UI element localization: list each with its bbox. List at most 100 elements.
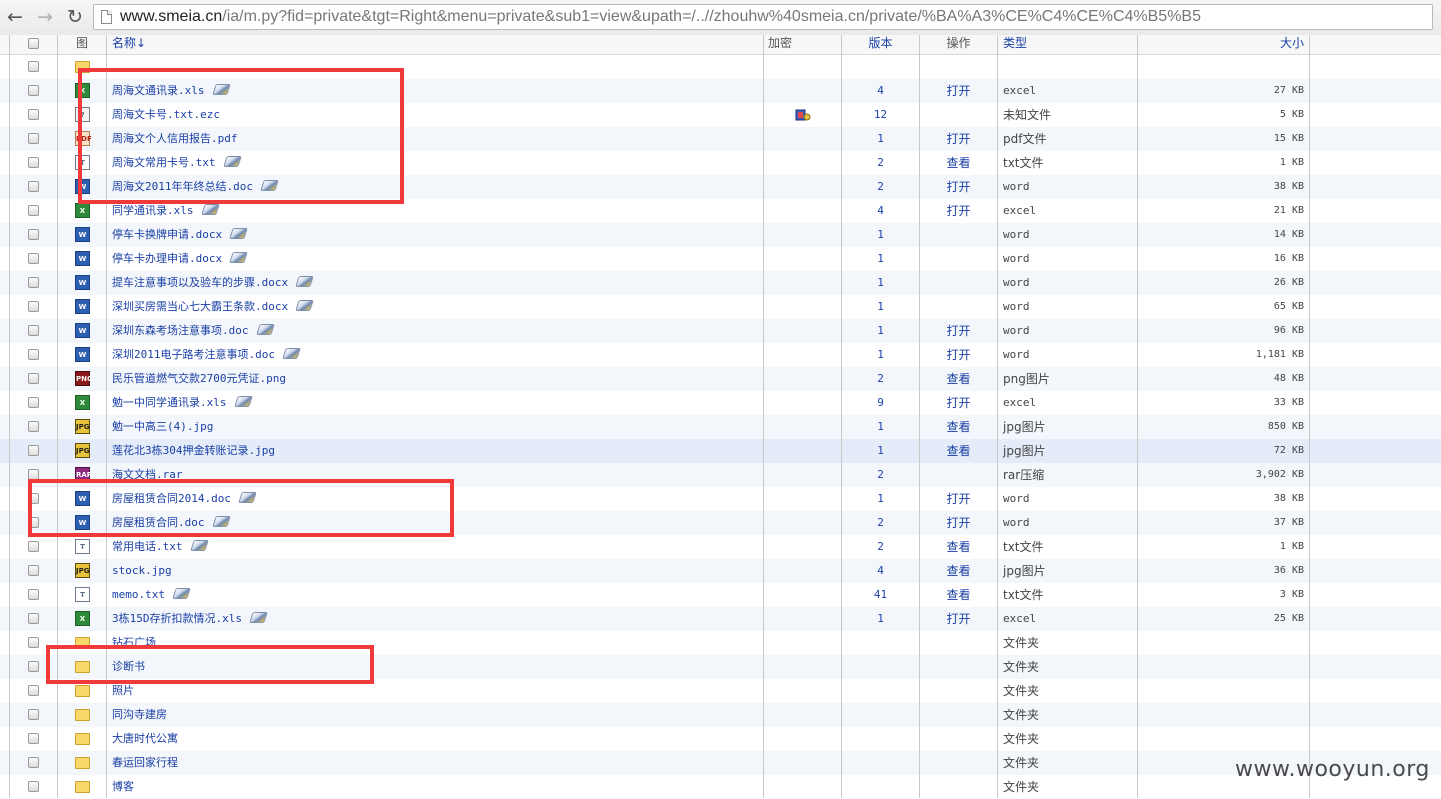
action-link[interactable]: 打开 (920, 607, 997, 631)
table-row[interactable]: X 勉一中同学通讯录.xls 9 打开 excel 33 KB (0, 391, 1441, 415)
action-link[interactable] (920, 295, 997, 319)
row-checkbox[interactable] (28, 85, 39, 96)
table-row[interactable]: W 停车卡换牌申请.docx 1 word 14 KB (0, 223, 1441, 247)
action-link[interactable]: 查看 (920, 535, 997, 559)
address-bar[interactable]: www.smeia.cn/ia/m.py?fid=private&tgt=Rig… (93, 4, 1433, 30)
row-checkbox[interactable] (28, 253, 39, 264)
action-link[interactable]: 查看 (920, 583, 997, 607)
action-link[interactable] (920, 55, 997, 79)
edit-pen-icon[interactable] (229, 252, 248, 263)
row-checkbox[interactable] (28, 109, 39, 120)
row-checkbox[interactable] (28, 397, 39, 408)
row-checkbox[interactable] (28, 205, 39, 216)
action-link[interactable]: 查看 (920, 367, 997, 391)
file-name-link[interactable]: 提车注意事项以及验车的步骤.docx (112, 271, 314, 295)
edit-pen-icon[interactable] (229, 228, 248, 239)
row-checkbox[interactable] (28, 637, 39, 648)
action-link[interactable]: 打开 (920, 343, 997, 367)
table-row[interactable]: X 3栋15D存折扣款情况.xls 1 打开 excel 25 KB (0, 607, 1441, 631)
back-arrow-icon[interactable]: ← (3, 6, 27, 28)
action-link[interactable] (920, 103, 997, 127)
action-link[interactable]: 查看 (920, 151, 997, 175)
row-checkbox[interactable] (28, 277, 39, 288)
edit-pen-icon[interactable] (233, 396, 253, 407)
row-checkbox[interactable] (28, 301, 39, 312)
action-link[interactable] (920, 247, 997, 271)
forward-arrow-icon[interactable]: → (33, 6, 57, 28)
table-row[interactable]: JPG 莲花北3栋304押金转账记录.jpg 1 查看 jpg图片 72 KB (0, 439, 1441, 463)
action-link[interactable] (920, 751, 997, 775)
table-row[interactable]: 春运回家行程 文件夹 (0, 751, 1441, 775)
action-link[interactable]: 查看 (920, 559, 997, 583)
action-link[interactable]: 打开 (920, 127, 997, 151)
table-row[interactable]: Tmemo.txt 41 查看 txt文件 3 KB (0, 583, 1441, 607)
table-row[interactable]: W 深圳买房需当心七大霸王条款.docx 1 word 65 KB (0, 295, 1441, 319)
edit-pen-icon[interactable] (172, 588, 191, 599)
table-row[interactable]: 同沟寺建房 文件夹 (0, 703, 1441, 727)
row-checkbox[interactable] (28, 781, 39, 792)
action-link[interactable] (920, 703, 997, 727)
file-name-link[interactable]: 停车卡办理申请.docx (112, 247, 248, 271)
table-row[interactable]: JPG 勉一中高三(4).jpg 1 查看 jpg图片 850 KB (0, 415, 1441, 439)
reload-icon[interactable]: ↻ (63, 6, 87, 28)
edit-pen-icon[interactable] (295, 300, 314, 311)
table-row[interactable]: W 深圳东森考场注意事项.doc 1 打开 word 96 KB (0, 319, 1441, 343)
action-link[interactable] (920, 463, 997, 487)
action-link[interactable]: 打开 (920, 511, 997, 535)
row-checkbox[interactable] (28, 181, 39, 192)
table-row[interactable]: 博客 文件夹 (0, 775, 1441, 799)
table-row[interactable]: W 深圳2011电子路考注意事项.doc 1 打开 word 1,181 KB (0, 343, 1441, 367)
header-name[interactable]: 名称↓ (112, 35, 146, 54)
table-row[interactable]: PNG 民乐管道燃气交款2700元凭证.png 2 查看 png图片 48 KB (0, 367, 1441, 391)
file-name-link[interactable]: 春运回家行程 (112, 751, 178, 775)
table-row[interactable]: 大唐时代公寓 文件夹 (0, 727, 1441, 751)
row-checkbox[interactable] (28, 589, 39, 600)
edit-pen-icon[interactable] (200, 204, 220, 215)
header-type[interactable]: 类型 (1003, 35, 1027, 54)
header-size[interactable]: 大小 (1138, 35, 1304, 54)
file-name-link[interactable]: 深圳2011电子路考注意事项.doc (112, 343, 301, 367)
file-name-link[interactable]: 常用电话.txt (112, 535, 209, 559)
action-link[interactable]: 打开 (920, 391, 997, 415)
file-name-link[interactable]: 大唐时代公寓 (112, 727, 178, 751)
select-all-checkbox[interactable] (28, 38, 39, 49)
file-name-link[interactable]: 民乐管道燃气交款2700元凭证.png (112, 367, 286, 391)
row-checkbox[interactable] (28, 613, 39, 624)
action-link[interactable]: 打开 (920, 487, 997, 511)
table-row[interactable]: JPG stock.jpg 4 查看 jpg图片 36 KB (0, 559, 1441, 583)
file-name-link[interactable]: 莲花北3栋304押金转账记录.jpg (112, 439, 275, 463)
row-checkbox[interactable] (28, 325, 39, 336)
row-checkbox[interactable] (28, 349, 39, 360)
file-name-link[interactable]: stock.jpg (112, 559, 172, 583)
header-version[interactable]: 版本 (842, 35, 919, 54)
row-checkbox[interactable] (28, 133, 39, 144)
action-link[interactable]: 打开 (920, 199, 997, 223)
action-link[interactable]: 打开 (920, 175, 997, 199)
file-name-link[interactable]: memo.txt (112, 583, 191, 607)
row-checkbox[interactable] (28, 661, 39, 672)
file-name-link[interactable]: 博客 (112, 775, 134, 799)
action-link[interactable]: 查看 (920, 415, 997, 439)
row-checkbox[interactable] (28, 157, 39, 168)
file-name-link[interactable]: 勉一中同学通讯录.xls (112, 391, 253, 415)
row-checkbox[interactable] (28, 61, 39, 72)
file-name-link[interactable]: 停车卡换牌申请.docx (112, 223, 248, 247)
row-checkbox[interactable] (28, 565, 39, 576)
action-link[interactable] (920, 655, 997, 679)
table-row[interactable]: T 常用电话.txt 2 查看 txt文件 1 KB (0, 535, 1441, 559)
edit-pen-icon[interactable] (189, 540, 209, 551)
action-link[interactable] (920, 679, 997, 703)
row-checkbox[interactable] (28, 421, 39, 432)
table-row[interactable]: W 停车卡办理申请.docx 1 word 16 KB (0, 247, 1441, 271)
edit-pen-icon[interactable] (295, 276, 314, 287)
file-name-link[interactable]: 深圳买房需当心七大霸王条款.docx (112, 295, 314, 319)
file-name-link[interactable]: 同沟寺建房 (112, 703, 167, 727)
edit-pen-icon[interactable] (249, 612, 268, 623)
action-link[interactable] (920, 631, 997, 655)
edit-pen-icon[interactable] (255, 324, 275, 335)
row-checkbox[interactable] (28, 229, 39, 240)
file-name-link[interactable]: 3栋15D存折扣款情况.xls (112, 607, 268, 631)
row-checkbox[interactable] (28, 709, 39, 720)
action-link[interactable]: 打开 (920, 319, 997, 343)
edit-pen-icon[interactable] (282, 348, 301, 359)
